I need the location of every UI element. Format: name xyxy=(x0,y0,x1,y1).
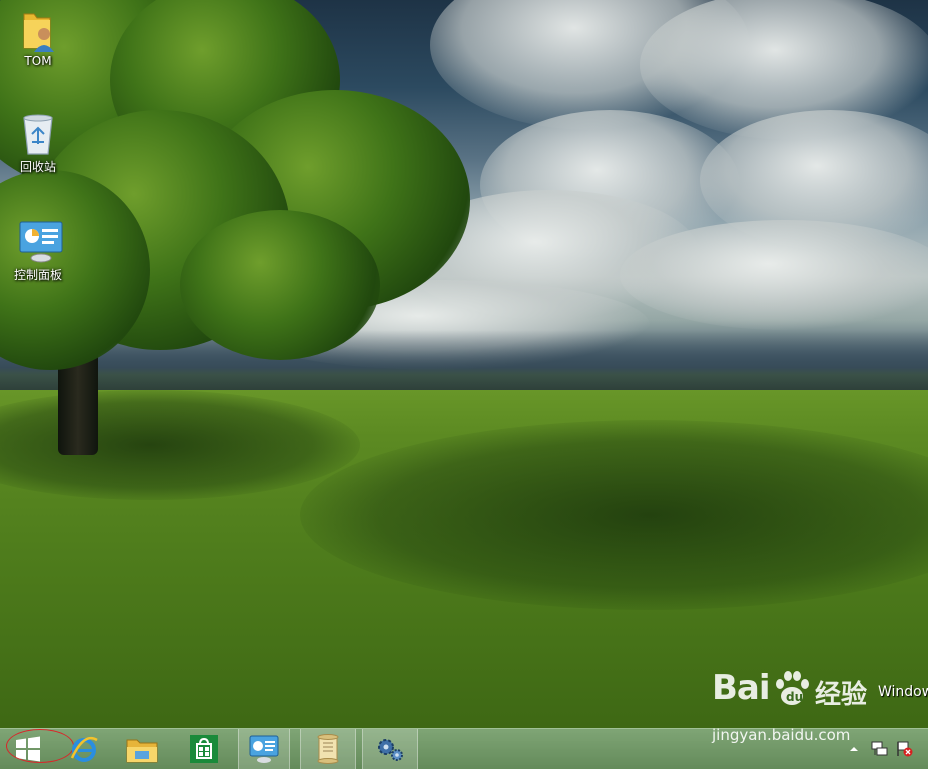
control-panel-icon xyxy=(18,220,63,264)
desktop-icon-label: 回收站 xyxy=(19,160,56,174)
store-icon xyxy=(190,735,218,763)
user-folder-icon xyxy=(18,8,58,52)
scroll-icon xyxy=(317,734,339,764)
baidu-paw-icon: du xyxy=(776,671,809,705)
desktop-icon-recycle-bin[interactable]: 回收站 xyxy=(6,112,70,175)
flag-icon[interactable] xyxy=(895,741,913,757)
desktop-icon-label: 控制面板 xyxy=(13,268,62,282)
watermark-url: jingyan.baidu.com xyxy=(712,726,851,744)
windows-text: Windows xyxy=(878,684,928,700)
taskbar-ie[interactable] xyxy=(56,729,112,769)
network-icon[interactable] xyxy=(870,741,888,757)
folder-icon xyxy=(126,739,158,763)
desktop-icon-tom[interactable]: TOM xyxy=(6,8,70,68)
taskbar-control-panel[interactable] xyxy=(238,729,290,769)
watermark-brand: Bai xyxy=(712,668,771,708)
taskbar-store[interactable] xyxy=(176,729,232,769)
taskbar-scroll[interactable] xyxy=(300,729,356,769)
desktop: TOM 回收站 控制面板 Bai du 经验 Window xyxy=(0,0,928,728)
tree-shadow xyxy=(0,390,360,500)
control-panel-icon xyxy=(249,735,279,763)
taskbar-file-explorer[interactable] xyxy=(114,729,170,769)
desktop-icon-control-panel[interactable]: 控制面板 xyxy=(6,220,70,283)
ie-icon xyxy=(70,736,98,762)
recycle-bin-icon xyxy=(18,112,58,156)
cloud xyxy=(620,220,928,330)
desktop-icon-label: TOM xyxy=(24,54,52,68)
watermark-brand-cn: 经验 xyxy=(815,680,868,710)
gear-icon xyxy=(378,739,403,761)
grass-shadow xyxy=(300,420,928,610)
svg-text:du: du xyxy=(786,690,803,704)
taskbar-settings[interactable] xyxy=(362,729,418,769)
tree-foliage xyxy=(180,210,380,360)
